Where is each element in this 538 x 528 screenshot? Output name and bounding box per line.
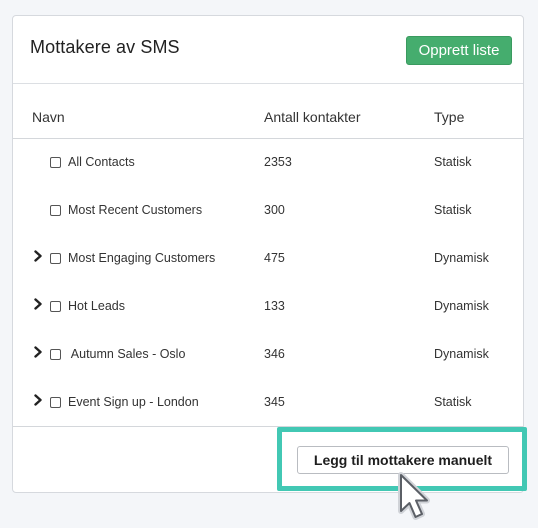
chevron-right-icon[interactable] xyxy=(32,298,44,310)
row-count: 300 xyxy=(264,203,285,217)
column-header-name: Navn xyxy=(32,109,65,125)
row-checkbox[interactable] xyxy=(50,301,61,312)
column-header-type: Type xyxy=(434,109,465,125)
table-row: Most Recent Customers 300 Statisk xyxy=(13,186,523,234)
table-row: Most Engaging Customers 475 Dynamisk xyxy=(13,234,523,282)
column-header-count: Antall kontakter xyxy=(264,109,361,125)
row-name: Event Sign up - London xyxy=(68,395,199,409)
table-row: All Contacts 2353 Statisk xyxy=(13,138,523,186)
chevron-right-icon[interactable] xyxy=(32,346,44,358)
row-checkbox[interactable] xyxy=(50,253,61,264)
row-name: Most Recent Customers xyxy=(68,203,203,217)
table-header: Navn Antall kontakter Type xyxy=(13,83,523,139)
row-name: Most Engaging Customers xyxy=(68,251,216,265)
create-list-button[interactable]: Opprett liste xyxy=(406,36,512,65)
row-name: All Contacts xyxy=(68,155,135,169)
table-row: Autumn Sales - Oslo 346 Dynamisk xyxy=(13,330,523,378)
row-name: Autumn Sales - Oslo xyxy=(68,347,186,361)
chevron-right-icon[interactable] xyxy=(32,250,44,262)
mouse-pointer-icon xyxy=(398,472,430,520)
row-checkbox[interactable] xyxy=(50,397,61,408)
row-type: Dynamisk xyxy=(434,347,489,361)
row-type: Statisk xyxy=(434,203,472,217)
row-count: 345 xyxy=(264,395,285,409)
row-count: 133 xyxy=(264,299,285,313)
row-type: Dynamisk xyxy=(434,251,489,265)
row-checkbox[interactable] xyxy=(50,157,61,168)
row-name: Hot Leads xyxy=(68,299,125,313)
sms-recipients-card: Mottakere av SMS Opprett liste Navn Anta… xyxy=(12,15,524,493)
add-recipients-manually-button[interactable]: Legg til mottakere manuelt xyxy=(297,446,509,474)
recipient-list: All Contacts 2353 Statisk Most Recent Cu… xyxy=(13,138,523,426)
chevron-right-icon[interactable] xyxy=(32,394,44,406)
row-type: Statisk xyxy=(434,395,472,409)
row-type: Statisk xyxy=(434,155,472,169)
row-checkbox[interactable] xyxy=(50,349,61,360)
card-title: Mottakere av SMS xyxy=(30,37,180,57)
table-row: Hot Leads 133 Dynamisk xyxy=(13,282,523,330)
row-count: 2353 xyxy=(264,155,292,169)
row-checkbox[interactable] xyxy=(50,205,61,216)
row-count: 346 xyxy=(264,347,285,361)
row-count: 475 xyxy=(264,251,285,265)
row-type: Dynamisk xyxy=(434,299,489,313)
table-row: Event Sign up - London 345 Statisk xyxy=(13,378,523,426)
card-header: Mottakere av SMS Opprett liste xyxy=(13,16,523,84)
